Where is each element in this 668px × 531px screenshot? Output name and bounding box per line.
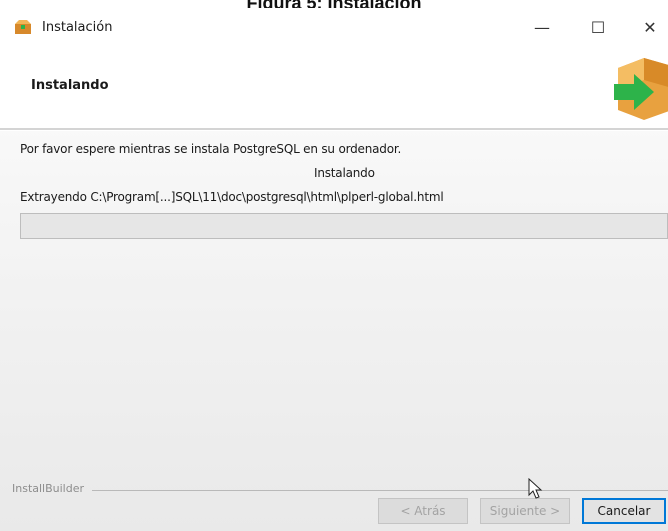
figure-caption: Figura 5: Instalación (0, 0, 668, 8)
installbuilder-label: InstallBuilder (12, 482, 85, 495)
page-header: Instalando (0, 48, 668, 128)
extracting-path: Extrayendo C:\Program[...]SQL\11\doc\pos… (20, 190, 444, 204)
window-title: Instalación (42, 20, 113, 35)
box-arrow-logo (614, 58, 668, 120)
installbuilder-separator (92, 490, 668, 491)
install-message: Por favor espere mientras se instala Pos… (20, 142, 402, 156)
page-title: Instalando (31, 78, 109, 93)
cancel-button[interactable]: Cancelar (582, 498, 666, 524)
close-button[interactable]: ✕ (624, 8, 668, 48)
mouse-pointer-icon (528, 478, 543, 499)
header-divider (0, 128, 668, 131)
title-bar[interactable]: Instalación — ☐ ✕ (0, 8, 668, 48)
maximize-button[interactable]: ☐ (572, 8, 624, 48)
installer-window: Instalación — ☐ ✕ Instalando Por favor e… (0, 8, 668, 531)
install-status: Instalando (314, 166, 375, 180)
install-progress-bar (20, 213, 668, 239)
minimize-button[interactable]: — (516, 8, 568, 48)
back-button[interactable]: < Atrás (378, 498, 468, 524)
installer-box-icon (15, 20, 31, 34)
next-button[interactable]: Siguiente > (480, 498, 570, 524)
